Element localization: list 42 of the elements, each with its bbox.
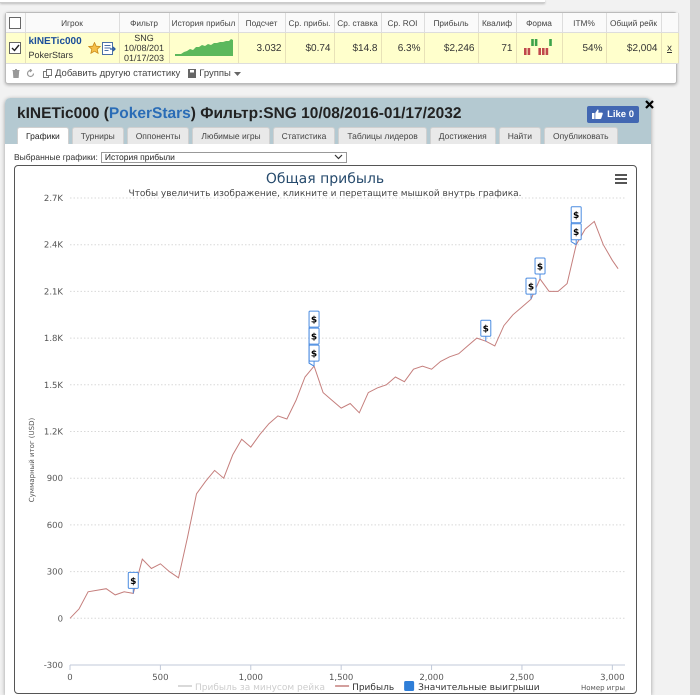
y-tick-label: 2.4K (44, 240, 63, 251)
roi-cell: 6.3% (398, 42, 420, 54)
avg-profit-cell: $0.74 (305, 42, 330, 54)
y-tick-label: 300 (46, 568, 63, 578)
y-tick-label: 1.5K (44, 380, 63, 391)
x-tick-label: 1,500 (329, 673, 354, 683)
legend-label: Прибыль (352, 683, 394, 693)
annotation: $ (573, 211, 580, 222)
chart-select-label: Выбранные графики: (14, 152, 98, 162)
x-tick-label: 2,500 (510, 673, 534, 683)
y-tick-label: 2.1K (44, 287, 63, 298)
x-tick-label: 2,000 (419, 673, 444, 683)
chart-title: Общая прибыль (266, 171, 384, 187)
y-tick-label: 1.8K (44, 334, 63, 344)
itm-cell: 54% (582, 42, 602, 54)
annotation: $ (482, 324, 489, 335)
annotation: $ (536, 262, 544, 272)
avg-stake-cell: $14.8 (352, 42, 378, 54)
count-cell: 3.032 (256, 42, 282, 54)
x-tick-label: 1,000 (238, 673, 263, 683)
y-tick-label: 2.7K (44, 194, 63, 204)
y-tick-label: -300 (44, 661, 63, 671)
annotation: $ (573, 228, 580, 238)
annotation: $ (130, 576, 136, 587)
y-tick-label: 0 (58, 614, 63, 624)
chart-subtitle: Чтобы увеличить изображение, кликните и перетащите мышкой внутрь графика. (128, 189, 522, 199)
y-tick-label: 1.2K (44, 428, 63, 438)
annotation: $ (528, 282, 534, 293)
qualif-cell: 71 (501, 42, 512, 54)
site-name: PokerStars (28, 50, 74, 60)
annotation: $ (310, 350, 318, 360)
y-tick-label: 900 (46, 474, 63, 484)
annotation: $ (310, 316, 318, 326)
annotation: $ (310, 332, 318, 343)
profit-cell: $2,246 (444, 42, 474, 54)
filter-text: SNG 10/08/201 01/17/203 (122, 33, 166, 63)
dialog-title: kINETic000 (PokerStars) Фильтр:SNG 10/08/2016-01/17/2032 (17, 105, 462, 123)
y-tick-label: 600 (46, 520, 63, 531)
x-tick-label: 3,000 (600, 673, 625, 683)
x-tick-label: 500 (152, 673, 168, 683)
rake-cell: $2,004 (626, 42, 658, 54)
x-tick-label: 0 (67, 673, 73, 683)
